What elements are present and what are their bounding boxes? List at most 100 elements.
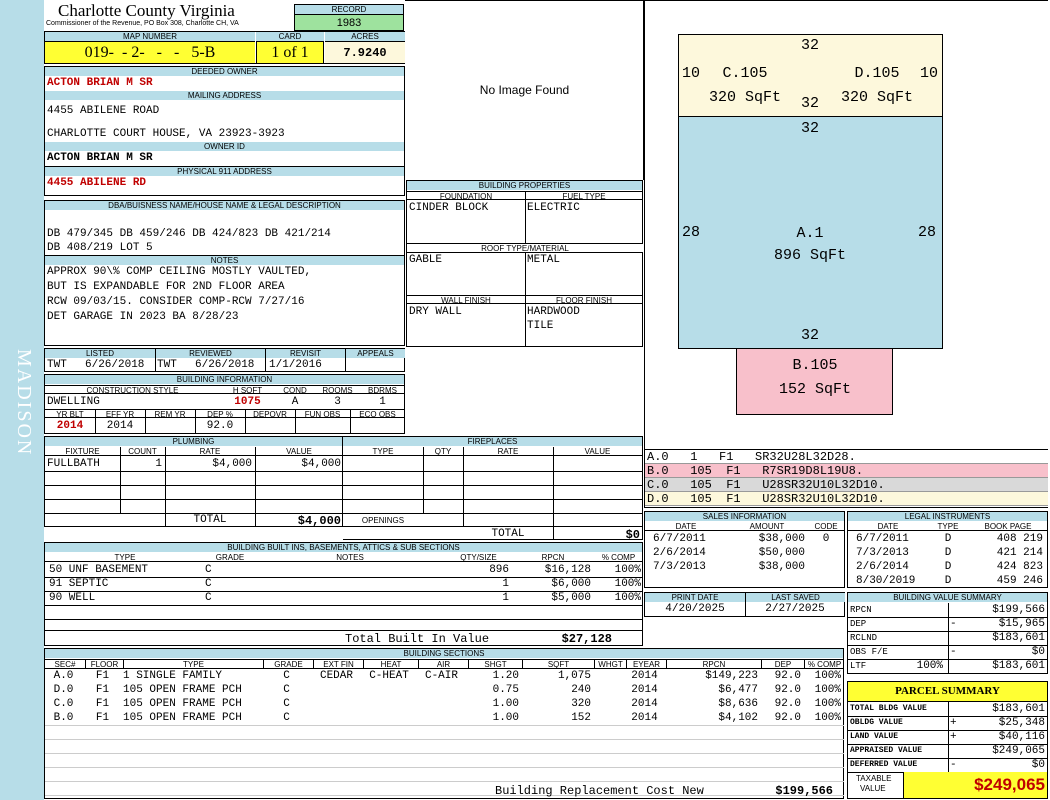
legal-instruments-block: LEGAL INSTRUMENTS DATE TYPE BOOK PAGE 6/…: [847, 511, 1048, 588]
sections-header: TYPE: [123, 659, 263, 669]
parcel-value: $25,348: [948, 716, 1045, 730]
rcn-value: $199,566: [775, 784, 833, 798]
section-cell: 0.75: [492, 684, 519, 696]
legal-book-page: 459 246: [996, 575, 1043, 587]
legal-date: 6/7/2011: [856, 533, 909, 545]
dim-cd-right: 10: [920, 65, 939, 82]
sections-header: DEP: [761, 659, 804, 669]
sales-date: 7/3/2013: [653, 561, 706, 573]
builtins-header: QTY/SIZE: [445, 553, 512, 562]
rcn-label: Building Replacement Cost New: [495, 784, 704, 798]
legal-book-page: 424 823: [996, 561, 1043, 573]
section-cell: F1: [95, 712, 110, 724]
notes-block: NOTES APPROX 90\% COMP CEILING MOSTLY VA…: [44, 256, 405, 346]
mailing-line-2: CHARLOTTE COURT HOUSE, VA 23923-3923: [47, 128, 285, 140]
section-cell: 105 OPEN FRAME PCH: [123, 712, 242, 724]
dim-a-bottom: 32: [800, 327, 819, 344]
section-b-label: B.105: [792, 357, 838, 374]
fuel-label: FUEL TYPE: [525, 191, 643, 200]
builtin-qty: 896: [489, 564, 509, 576]
floor-value-2: TILE: [527, 320, 554, 332]
deeded-label: DEEDED OWNER: [45, 67, 404, 76]
wall-label: WALL FINISH: [407, 295, 525, 304]
acres-label: ACRES: [325, 32, 405, 41]
taxable-value: $249,065: [903, 772, 1047, 798]
rooms-value: 3: [334, 396, 341, 408]
sections-header: EXT FIN: [313, 659, 363, 669]
sales-block: SALES INFORMATION DATE AMOUNT CODE 6/7/2…: [644, 511, 845, 588]
section-cell: 2014: [631, 670, 658, 682]
photo-area: No Image Found: [405, 0, 644, 180]
legal-header: BOOK PAGE: [968, 522, 1048, 531]
listing-row: LISTED REVIEWED REVISIT APPEALS TWT 6/26…: [44, 348, 405, 372]
section-cell: 2014: [631, 712, 658, 724]
dim-cd-left: 10: [682, 65, 701, 82]
section-d-label: D.105: [854, 65, 900, 82]
revisit-date: 1/1/2016: [269, 359, 322, 371]
section-cell: 105 OPEN FRAME PCH: [123, 684, 242, 696]
section-cell: C.0: [53, 698, 74, 710]
record-label: RECORD: [295, 5, 403, 14]
builtin-rpcn: $5,000: [551, 592, 591, 604]
section-cell: C-HEAT: [369, 670, 409, 682]
section-cell: D.0: [53, 684, 74, 696]
section-cell: 92.0: [774, 684, 801, 696]
legal-book-page: 408 219: [996, 533, 1043, 545]
parcel-label: OBLDG VALUE: [850, 718, 903, 727]
taxable-label-2: VALUE: [860, 784, 886, 793]
sections-header: GRADE: [263, 659, 313, 669]
parcel-label: LAND VALUE: [850, 732, 899, 741]
section-c-area: 320 SqFt: [708, 89, 781, 106]
effyr-value: 2014: [106, 420, 134, 432]
builtin-comp: 100%: [614, 564, 641, 576]
dep-label: DEP %: [195, 409, 245, 418]
legal-type: D: [944, 561, 952, 573]
plumbing-header: COUNT: [120, 447, 165, 456]
builtin-grade: C: [205, 578, 212, 590]
taxable-label-1: TAXABLE: [856, 774, 892, 783]
builtin-type: 90 WELL: [49, 592, 96, 604]
style-label: CONSTRUCTION STYLE: [45, 385, 220, 394]
value-summary-title: BUILDING VALUE SUMMARY: [848, 593, 1047, 602]
building-properties: BUILDING PROPERTIES FOUNDATION FUEL TYPE…: [406, 180, 643, 347]
building-info-title: BUILDING INFORMATION: [45, 375, 404, 384]
legal-type: D: [944, 533, 952, 545]
foundation-label: FOUNDATION: [407, 191, 525, 200]
section-cell: 100%: [814, 698, 841, 710]
sketch-code-line: A.0 1 F1 SR32U28L32D28.: [645, 450, 1048, 464]
hsqft-label: H SQFT: [220, 385, 275, 394]
card-value: 1 of 1: [256, 41, 324, 63]
value-summary-value: $199,566: [948, 603, 1045, 617]
section-cell: 105 OPEN FRAME PCH: [123, 698, 242, 710]
style-value: DWELLING: [47, 396, 100, 408]
map-label: MAP NUMBER: [45, 32, 255, 41]
dim-mid: 32: [800, 95, 819, 112]
sketch-code-line: C.0 105 F1 U28SR32U10L32D10.: [645, 478, 1048, 492]
cond-label: COND: [275, 385, 315, 394]
sections-header: FLOOR: [85, 659, 123, 669]
print-label: PRINT DATE: [645, 593, 745, 602]
section-cell: 1.00: [492, 698, 519, 710]
fireplace-total: $0: [625, 528, 640, 542]
legal-line-1: DB 479/345 DB 459/246 DB 424/823 DB 421/…: [47, 228, 331, 240]
plumbing-header: VALUE: [255, 447, 343, 456]
listed-by: TWT: [47, 359, 67, 371]
appeals-label: APPEALS: [345, 349, 405, 358]
section-cell: C-AIR: [424, 670, 458, 682]
deeded-owner: ACTON BRIAN M SR: [47, 77, 153, 89]
listed-label: LISTED: [45, 349, 155, 358]
reviewed-label: REVIEWED: [155, 349, 265, 358]
legal-book-page: 421 214: [996, 547, 1043, 559]
acres-value: 7.9240: [325, 41, 405, 63]
builtin-rpcn: $6,000: [551, 578, 591, 590]
sections-block: BUILDING SECTIONS SEC# FLOOR TYPE GRADE EXT …: [44, 648, 844, 799]
record-box: RECORD 1983: [294, 4, 404, 31]
section-cell: CEDAR: [319, 670, 353, 682]
foundation-value: CINDER BLOCK: [409, 202, 489, 214]
builtins-header: RPCN: [512, 553, 594, 562]
builtins-header: % COMP: [594, 553, 643, 562]
section-cell: 100%: [814, 670, 841, 682]
owner-id: ACTON BRIAN M SR: [45, 151, 404, 167]
legal-date: 2/6/2014: [856, 561, 909, 573]
plumbing-title: PLUMBING: [45, 437, 342, 446]
